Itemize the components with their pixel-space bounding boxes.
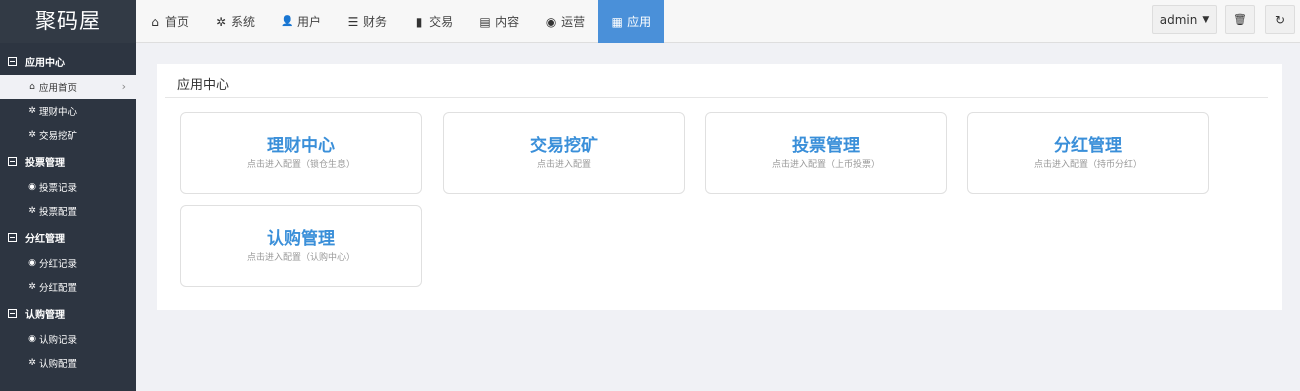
sidebar-item-subscription-records[interactable]: ◉ 认购记录 xyxy=(0,327,136,351)
sidebar: 应用中心 ⌂ 应用首页 › ✲ 理财中心 ✲ 交易挖矿 投票管理 ◉ 投票记录 … xyxy=(0,43,136,391)
nav-label: 首页 xyxy=(165,15,190,29)
nav-system[interactable]: ✲ 系统 xyxy=(202,0,268,43)
card-vote-management[interactable]: 投票管理 点击进入配置（上币投票） xyxy=(705,112,947,194)
nav-label: 内容 xyxy=(495,15,520,29)
card-finance-center[interactable]: 理财中心 点击进入配置（锁仓生息） xyxy=(180,112,422,194)
sidebar-group-vote[interactable]: 投票管理 xyxy=(0,147,136,175)
nav-finance[interactable]: ☰ 财务 xyxy=(334,0,400,43)
nav-label: 财务 xyxy=(363,15,388,29)
sidebar-group-label: 投票管理 xyxy=(25,157,65,169)
clear-cache-button[interactable]: 🗑 xyxy=(1225,5,1255,34)
card-title: 认购管理 xyxy=(267,229,335,249)
nav-trade[interactable]: ▮ 交易 xyxy=(400,0,466,43)
sidebar-item-label: 投票记录 xyxy=(39,183,78,194)
card-title: 交易挖矿 xyxy=(530,136,598,156)
nav-label: 交易 xyxy=(429,15,454,29)
username: admin xyxy=(1159,12,1198,27)
sidebar-group-app-center[interactable]: 应用中心 xyxy=(0,47,136,75)
card-subtitle: 点击进入配置（锁仓生息） xyxy=(246,160,355,170)
card-subtitle: 点击进入配置（认购中心） xyxy=(246,253,355,263)
trash-icon: 🗑 xyxy=(1233,13,1247,26)
app-center-panel: 应用中心 理财中心 点击进入配置（锁仓生息） 交易挖矿 点击进入配置 投票管理 … xyxy=(157,64,1282,310)
chevron-right-icon: › xyxy=(121,80,126,93)
sidebar-group-label: 应用中心 xyxy=(25,57,65,69)
gear-icon: ✲ xyxy=(28,358,36,368)
grid-icon: ▦ xyxy=(611,14,623,29)
logout-button[interactable]: ↻ xyxy=(1265,5,1295,34)
card-title: 分红管理 xyxy=(1054,136,1122,156)
card-subtitle: 点击进入配置 xyxy=(536,160,591,170)
card-title: 投票管理 xyxy=(792,136,860,156)
user-icon: 👤 xyxy=(281,16,294,27)
gear-icon: ✲ xyxy=(28,206,36,216)
sidebar-item-finance-center[interactable]: ✲ 理财中心 xyxy=(0,99,136,123)
user-menu-button[interactable]: admin ▼ xyxy=(1152,5,1217,34)
card-title: 理财中心 xyxy=(267,136,335,156)
sidebar-item-label: 分红记录 xyxy=(39,259,78,270)
collapse-icon xyxy=(8,156,17,166)
globe-icon: ◉ xyxy=(28,182,36,192)
top-nav: ⌂ 首页 ✲ 系统 👤 用户 ☰ 财务 ▮ 交易 ▤ 内容 ◉ 运营 ▦ 应用 xyxy=(136,0,665,43)
sidebar-group-subscription[interactable]: 认购管理 xyxy=(0,299,136,327)
logout-icon: ↻ xyxy=(1274,12,1286,27)
bar-chart-icon: ▮ xyxy=(415,14,423,29)
document-icon: ▤ xyxy=(479,14,491,29)
globe-icon: ◉ xyxy=(545,14,557,29)
sidebar-item-label: 投票配置 xyxy=(39,207,78,218)
gear-icon: ✲ xyxy=(28,130,36,140)
collapse-icon xyxy=(8,56,17,66)
sidebar-item-dividend-records[interactable]: ◉ 分红记录 xyxy=(0,251,136,275)
divider xyxy=(165,97,1268,98)
sidebar-item-subscription-config[interactable]: ✲ 认购配置 xyxy=(0,351,136,375)
card-subtitle: 点击进入配置（上币投票） xyxy=(771,160,880,170)
collapse-icon xyxy=(8,232,17,242)
nav-operation[interactable]: ◉ 运营 xyxy=(532,0,598,43)
sidebar-group-label: 分红管理 xyxy=(25,233,65,245)
nav-label: 用户 xyxy=(297,15,322,29)
gear-icon: ✲ xyxy=(28,106,36,116)
sidebar-item-label: 交易挖矿 xyxy=(39,131,78,142)
nav-label: 运营 xyxy=(561,15,586,29)
sidebar-item-dividend-config[interactable]: ✲ 分红配置 xyxy=(0,275,136,299)
nav-content[interactable]: ▤ 内容 xyxy=(466,0,532,43)
nav-app[interactable]: ▦ 应用 xyxy=(598,0,665,43)
globe-icon: ◉ xyxy=(28,334,36,344)
sidebar-group-dividend[interactable]: 分红管理 xyxy=(0,223,136,251)
caret-down-icon: ▼ xyxy=(1202,14,1210,25)
sidebar-group-label: 认购管理 xyxy=(25,309,65,321)
card-subscription-management[interactable]: 认购管理 点击进入配置（认购中心） xyxy=(180,205,422,287)
card-subtitle: 点击进入配置（持币分红） xyxy=(1033,160,1142,170)
sidebar-item-vote-records[interactable]: ◉ 投票记录 xyxy=(0,175,136,199)
card-dividend-management[interactable]: 分红管理 点击进入配置（持币分红） xyxy=(967,112,1209,194)
home-icon: ⌂ xyxy=(151,14,159,29)
sidebar-item-label: 认购记录 xyxy=(39,335,78,346)
nav-user[interactable]: 👤 用户 xyxy=(268,0,334,43)
list-icon: ☰ xyxy=(347,14,359,29)
gear-icon: ✲ xyxy=(215,14,227,29)
collapse-icon xyxy=(8,308,17,318)
sidebar-item-label: 分红配置 xyxy=(39,283,78,294)
nav-label: 系统 xyxy=(231,15,256,29)
sidebar-item-label: 认购配置 xyxy=(39,359,78,370)
top-bar: 聚码屋 ⌂ 首页 ✲ 系统 👤 用户 ☰ 财务 ▮ 交易 ▤ 内容 ◉ 运营 ▦… xyxy=(0,0,1300,43)
sidebar-item-trade-mining[interactable]: ✲ 交易挖矿 xyxy=(0,123,136,147)
sidebar-item-app-home[interactable]: ⌂ 应用首页 › xyxy=(0,75,136,99)
sidebar-item-label: 理财中心 xyxy=(39,107,78,118)
gear-icon: ✲ xyxy=(28,282,36,292)
logo[interactable]: 聚码屋 xyxy=(0,0,136,43)
nav-label: 应用 xyxy=(627,15,652,29)
home-icon: ⌂ xyxy=(29,82,35,92)
globe-icon: ◉ xyxy=(28,258,36,268)
sidebar-item-label: 应用首页 xyxy=(39,83,78,94)
page-title: 应用中心 xyxy=(177,78,230,93)
sidebar-item-vote-config[interactable]: ✲ 投票配置 xyxy=(0,199,136,223)
card-trade-mining[interactable]: 交易挖矿 点击进入配置 xyxy=(443,112,685,194)
nav-home[interactable]: ⌂ 首页 xyxy=(136,0,202,43)
